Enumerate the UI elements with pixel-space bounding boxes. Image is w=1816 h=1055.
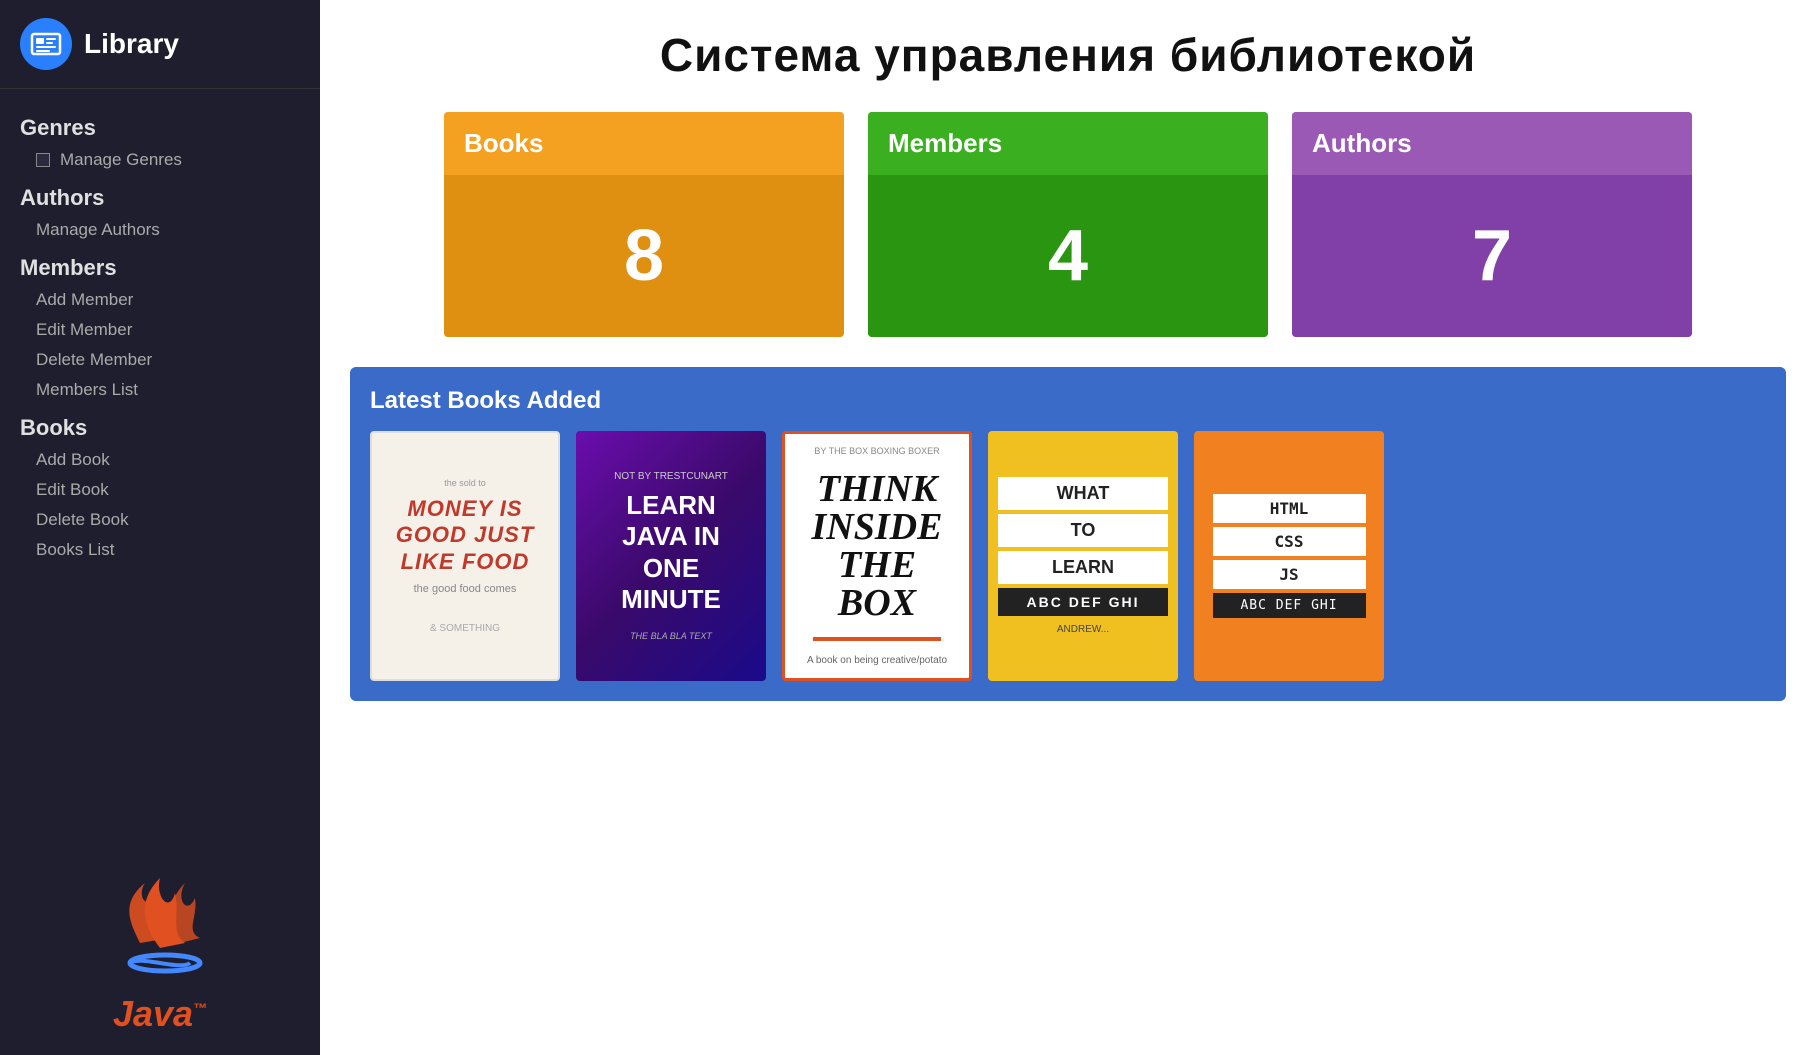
book1-subtitle: the good food comes [414,583,517,595]
stats-section: Books 8 Members 4 Authors 7 [320,102,1816,367]
stat-card-authors[interactable]: Authors 7 [1292,112,1692,337]
book3-line [813,637,941,641]
stat-card-members-header: Members [868,112,1268,175]
logo-icon [20,18,72,70]
nav-item-manage-genres[interactable]: Manage Genres [0,145,320,175]
nav-item-books-list[interactable]: Books List [0,535,320,565]
book1-meta: the sold to [444,478,486,488]
book4-row-1: WHAT [998,477,1168,510]
book3-title: THINKINSIDETHE BOX [797,470,957,622]
nav-item-edit-member[interactable]: Edit Member [0,315,320,345]
book2-title: LEARN JAVA IN ONE MINUTE [592,490,750,615]
book5-row-3: JS [1213,560,1366,589]
logo-title: Library [84,28,179,60]
book1-title: MONEY IS GOOD JUST LIKE FOOD [388,496,542,575]
stat-card-members-body: 4 [868,175,1268,337]
latest-books-title: Latest Books Added [370,387,1766,415]
nav-section-authors[interactable]: Authors [0,175,320,215]
book3-subtitle: A book on being creative/potato [807,655,947,666]
book3-pretitle: BY THE BOX BOXING BOXER [814,446,939,456]
book4-row-2: TO [998,514,1168,547]
sidebar-header: Library [0,0,320,89]
sidebar-nav: Genres Manage Genres Authors Manage Auth… [0,89,320,833]
stat-authors-count: 7 [1472,215,1512,297]
book1-author: & SOMETHING [430,623,500,634]
nav-item-edit-book[interactable]: Edit Book [0,475,320,505]
stat-card-books-header: Books [444,112,844,175]
book-cover-5[interactable]: HTML CSS JS ABC DEF GHI [1194,431,1384,681]
book5-author-dark: ABC DEF GHI [1213,593,1366,618]
book5-row-2: CSS [1213,527,1366,556]
nav-section-books[interactable]: Books [0,405,320,445]
nav-item-members-list[interactable]: Members List [0,375,320,405]
java-logo-text: Java™ [113,993,207,1035]
manage-genres-checkbox[interactable] [36,153,50,167]
stat-card-authors-body: 7 [1292,175,1692,337]
nav-section-genres[interactable]: Genres [0,105,320,145]
book5-row-1: HTML [1213,494,1366,523]
stat-card-books[interactable]: Books 8 [444,112,844,337]
main-header: Система управления библиотекой [320,0,1816,102]
book4-author-dark: ABC DEF GHI [998,588,1168,616]
book-cover-2[interactable]: NOT BY TRESTCUNART LEARN JAVA IN ONE MIN… [576,431,766,681]
nav-item-add-member[interactable]: Add Member [0,285,320,315]
nav-item-delete-member[interactable]: Delete Member [0,345,320,375]
stat-card-members[interactable]: Members 4 [868,112,1268,337]
page-title: Система управления библиотекой [360,28,1776,82]
book-cover-1[interactable]: the sold to MONEY IS GOOD JUST LIKE FOOD… [370,431,560,681]
books-carousel: the sold to MONEY IS GOOD JUST LIKE FOOD… [370,431,1766,681]
java-flame-svg [80,853,240,993]
stat-card-authors-header: Authors [1292,112,1692,175]
stat-card-books-body: 8 [444,175,844,337]
nav-item-add-book[interactable]: Add Book [0,445,320,475]
book-cover-4[interactable]: WHAT TO LEARN ABC DEF GHI ANDREW... [988,431,1178,681]
nav-item-delete-book[interactable]: Delete Book [0,505,320,535]
book2-footer: THE BLA BLA TEXT [630,631,712,641]
book4-author-sub: ANDREW... [1057,624,1109,635]
latest-books-section: Latest Books Added the sold to MONEY IS … [350,367,1786,701]
sidebar: Library Genres Manage Genres Authors Man… [0,0,320,1055]
sidebar-java-logo: Java™ [0,833,320,1055]
nav-section-members[interactable]: Members [0,245,320,285]
stat-books-count: 8 [624,215,664,297]
book2-pretitle: NOT BY TRESTCUNART [614,471,728,482]
stat-members-count: 4 [1048,215,1088,297]
book4-row-3: LEARN [998,551,1168,584]
nav-item-manage-authors[interactable]: Manage Authors [0,215,320,245]
book-cover-3[interactable]: BY THE BOX BOXING BOXER THINKINSIDETHE B… [782,431,972,681]
main-content: Система управления библиотекой Books 8 M… [320,0,1816,1055]
